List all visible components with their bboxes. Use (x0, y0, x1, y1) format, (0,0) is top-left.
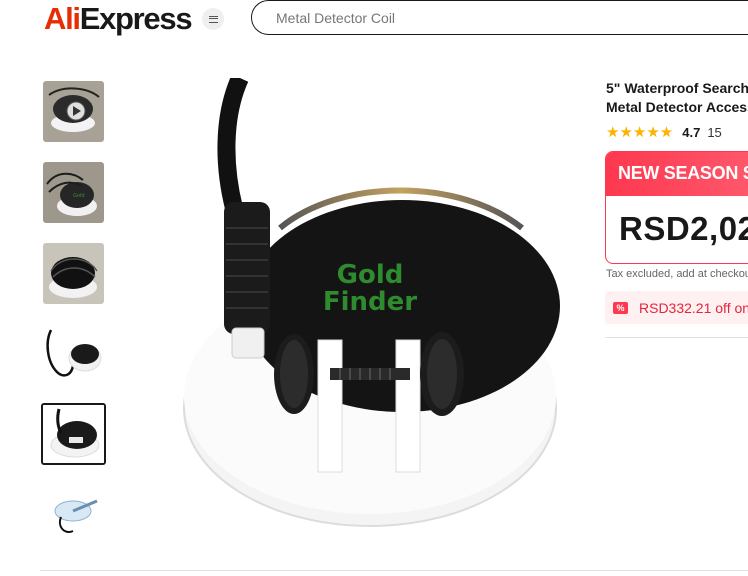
aliexpress-logo[interactable]: AliExpress (44, 1, 193, 37)
thumbnail-image-3[interactable] (43, 243, 104, 304)
rating-row[interactable]: ★★★★★ 4.7 15 (606, 123, 722, 141)
promo-label: NEW SEASON SALE (606, 152, 748, 196)
coil-text-gold: Gold (337, 260, 404, 290)
coupon-text: RSD332.21 off on (639, 299, 748, 316)
thumbnail-image-4[interactable] (43, 322, 104, 383)
main-product-image[interactable]: Gold Finder (170, 78, 570, 536)
rating-value: 4.7 (682, 124, 701, 140)
menu-icon[interactable] (202, 8, 224, 30)
star-rating-icon: ★★★★★ (606, 124, 674, 141)
divider (40, 570, 748, 571)
product-page: AliExpress Gold (0, 0, 748, 576)
thumbnail-image-2[interactable]: Gold (43, 162, 104, 223)
price: RSD2,027 (619, 210, 748, 247)
thumbnail-image-5-selected[interactable] (41, 403, 106, 465)
coil-text-finder: Finder (323, 287, 417, 317)
thumbnail-video[interactable] (43, 81, 104, 142)
coupon-banner[interactable]: % RSD332.21 off on (605, 291, 748, 324)
logo-prefix: Ali (44, 1, 81, 36)
search-input[interactable] (252, 1, 748, 34)
review-count[interactable]: 15 (707, 125, 721, 140)
logo-suffix: Express (79, 1, 193, 36)
product-title: 5" Waterproof Search Coil Metal Detector… (606, 79, 748, 117)
thumbnail-image-6[interactable] (43, 487, 104, 548)
tax-note: Tax excluded, add at checkout if applica… (606, 268, 748, 280)
search-bar[interactable] (251, 0, 748, 35)
coupon-icon: % (613, 301, 628, 314)
svg-text:Gold: Gold (73, 193, 85, 199)
divider (605, 337, 748, 338)
price-card: NEW SEASON SALE RSD2,027 (605, 151, 748, 264)
product-title-line2: Metal Detector Accessories (606, 99, 748, 115)
product-title-line1: 5" Waterproof Search Coil (606, 80, 748, 96)
